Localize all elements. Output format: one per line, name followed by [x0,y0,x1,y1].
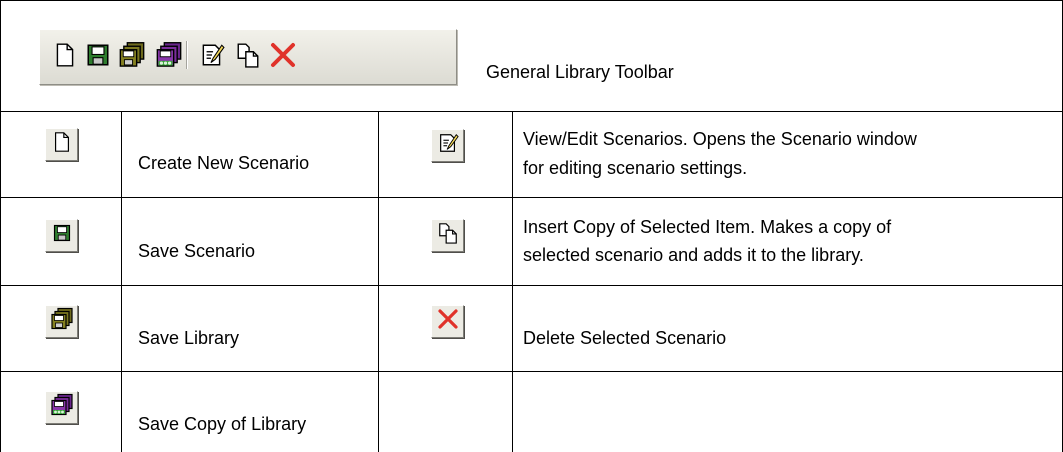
edit-icon [437,132,459,159]
insert-copy-button[interactable] [431,219,464,252]
create-new-scenario-label: Create New Scenario [138,153,310,173]
table-rule [0,111,1063,112]
toolbar-caption: General Library Toolbar [486,62,674,82]
table-divider [512,111,513,452]
copy-icon [437,222,459,249]
table-border-top [0,0,1063,1]
general-library-toolbar [39,29,457,85]
edit-icon[interactable] [197,40,227,70]
table-rule [0,371,1063,372]
insert-copy-text: selected scenario and adds it to the lib… [523,245,864,265]
save-scenario-label: Save Scenario [138,241,256,261]
save-copy-library-icon [50,393,74,422]
table-divider [378,111,379,452]
new-document-icon[interactable] [50,40,80,70]
create-new-scenario-button[interactable] [45,128,78,161]
view-edit-scenarios-text: View/Edit Scenarios. Opens the Scenario … [523,129,917,149]
delete-icon[interactable] [268,40,298,70]
toolbar-separator [186,41,188,69]
view-edit-scenarios-button[interactable] [431,129,464,162]
save-copy-of-library-label: Save Copy of Library [138,414,307,434]
save-library-label: Save Library [138,328,240,348]
table-rule [0,285,1063,286]
new-document-icon [51,131,73,158]
save-scenario-button[interactable] [45,219,78,252]
save-library-icon[interactable] [117,40,147,70]
delete-selected-scenario-button[interactable] [431,305,464,338]
delete-icon [436,307,460,336]
save-copy-library-icon[interactable] [154,40,184,70]
save-copy-of-library-button[interactable] [45,391,78,424]
save-icon [52,223,72,248]
save-icon[interactable] [83,40,113,70]
insert-copy-text: Insert Copy of Selected Item. Makes a co… [523,217,892,237]
copy-icon[interactable] [233,40,263,70]
delete-selected-scenario-text: Delete Selected Scenario [523,328,727,348]
toolbar-reference-table: General Library Toolbar Create New Scena… [0,0,1063,452]
view-edit-scenarios-text: for editing scenario settings. [523,158,748,178]
save-library-icon [50,307,74,336]
save-library-button[interactable] [45,305,78,338]
table-border-left [0,0,1,452]
table-rule [0,197,1063,198]
table-divider [121,111,122,452]
